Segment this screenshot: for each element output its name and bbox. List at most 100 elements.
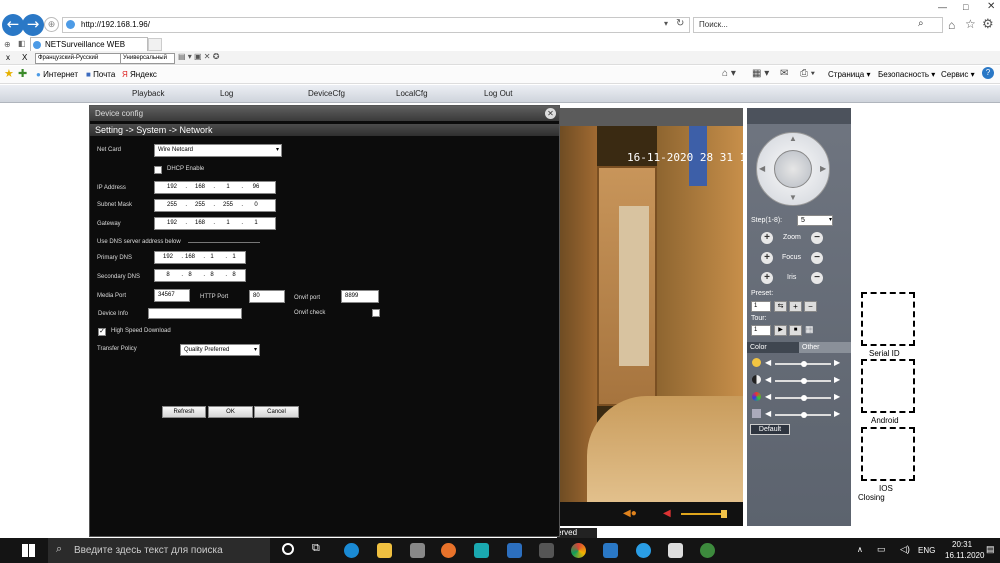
fav-mail[interactable]: ■ Почта bbox=[86, 70, 115, 79]
home-nav-icon[interactable]: ⊕ bbox=[44, 17, 59, 32]
fav-yandex[interactable]: Я Яндекс bbox=[122, 70, 157, 79]
back-icon[interactable]: ← bbox=[2, 14, 24, 36]
forward-icon[interactable]: → bbox=[22, 14, 44, 36]
camera-video[interactable]: 16-11-2020 28 31 13 bbox=[557, 126, 743, 502]
speaker-icon[interactable]: ◁) bbox=[900, 544, 910, 555]
volume-icon[interactable]: ◀ bbox=[663, 508, 671, 519]
app-icon-green[interactable] bbox=[700, 543, 715, 558]
address-bar[interactable]: http://192.168.1.96/ bbox=[62, 17, 690, 33]
contrast-right-icon[interactable]: ▶ bbox=[834, 375, 840, 384]
brightness-left-icon[interactable]: ◀ bbox=[765, 358, 771, 367]
tab-scroll-icon[interactable]: ⊕ bbox=[4, 40, 11, 49]
menu-localcfg[interactable]: LocalCfg bbox=[396, 89, 428, 98]
rss-icon[interactable]: ▦ ▾ bbox=[752, 68, 769, 79]
onvif-check-checkbox[interactable] bbox=[372, 309, 380, 317]
zoom-out-button[interactable]: − bbox=[811, 232, 823, 244]
high-speed-checkbox[interactable]: ✓ bbox=[98, 328, 106, 336]
app-icon-blue[interactable] bbox=[507, 543, 522, 558]
app-icon-teal[interactable] bbox=[474, 543, 489, 558]
home-cmd-icon[interactable]: ⌂ ▾ bbox=[722, 68, 736, 79]
menu-logout[interactable]: Log Out bbox=[484, 89, 512, 98]
ptz-left-icon[interactable]: ◀ bbox=[759, 164, 765, 173]
preset-add-button[interactable]: + bbox=[789, 301, 802, 312]
http-port-field[interactable]: 80 bbox=[249, 290, 285, 303]
tab-close-icon[interactable]: ◧ bbox=[18, 39, 26, 48]
favorites-star-icon[interactable]: ☆ bbox=[965, 17, 976, 31]
toolbar-icons[interactable]: ▤ ▾ ▣ ✕ ✪ bbox=[178, 52, 219, 61]
firefox-icon[interactable] bbox=[441, 543, 456, 558]
edge-icon[interactable] bbox=[344, 543, 359, 558]
cortana-icon[interactable] bbox=[282, 543, 294, 555]
explorer-icon[interactable] bbox=[377, 543, 392, 558]
network-icon[interactable]: ▭ bbox=[877, 544, 886, 555]
hue-left-icon[interactable]: ◀ bbox=[765, 409, 771, 418]
focus-far-button[interactable]: − bbox=[811, 252, 823, 264]
saturation-right-icon[interactable]: ▶ bbox=[834, 392, 840, 401]
cmd-service[interactable]: Сервис ▾ bbox=[941, 70, 975, 79]
ie-taskbar-icon[interactable] bbox=[636, 543, 651, 558]
search-icon[interactable]: ⌕ bbox=[918, 18, 924, 29]
menu-playback[interactable]: Playback bbox=[132, 89, 164, 98]
tour-input[interactable]: 1 bbox=[751, 325, 771, 336]
contrast-slider[interactable] bbox=[775, 378, 831, 384]
tour-grid-icon[interactable]: ▦ bbox=[805, 324, 814, 335]
favorites-icon[interactable]: ★ bbox=[4, 67, 14, 80]
ptz-right-icon[interactable]: ▶ bbox=[820, 164, 826, 173]
mail-app-icon[interactable] bbox=[603, 543, 618, 558]
notifications-icon[interactable]: ▤ bbox=[986, 544, 995, 555]
add-favorite-icon[interactable]: ✚ bbox=[18, 67, 27, 80]
saturation-left-icon[interactable]: ◀ bbox=[765, 392, 771, 401]
default-button[interactable]: Default bbox=[750, 424, 790, 435]
app-icon-panda[interactable] bbox=[668, 543, 683, 558]
mail-cmd-icon[interactable]: ✉ bbox=[780, 68, 788, 79]
cancel-button[interactable]: Cancel bbox=[254, 406, 299, 418]
dropdown-icon[interactable]: ▾ bbox=[664, 19, 668, 28]
contrast-left-icon[interactable]: ◀ bbox=[765, 375, 771, 384]
refresh-button[interactable]: Refresh bbox=[162, 406, 206, 418]
tray-chevron-icon[interactable]: ∧ bbox=[857, 545, 863, 554]
search-input[interactable]: Поиск... bbox=[693, 17, 943, 33]
mode-select[interactable]: Универсальный bbox=[120, 53, 175, 64]
dialog-close-icon[interactable]: ✕ bbox=[545, 108, 556, 119]
clock-date[interactable]: 16.11.2020 bbox=[945, 551, 984, 560]
brightness-slider[interactable] bbox=[775, 361, 831, 367]
window-maximize-button[interactable]: □ bbox=[963, 2, 968, 12]
hue-right-icon[interactable]: ▶ bbox=[834, 409, 840, 418]
fav-internet[interactable]: ● Интернет bbox=[36, 70, 78, 79]
clock-time[interactable]: 20:31 bbox=[952, 540, 972, 549]
window-minimize-button[interactable]: — bbox=[938, 2, 947, 12]
dhcp-checkbox[interactable] bbox=[154, 166, 162, 174]
onvif-port-field[interactable]: 8899 bbox=[341, 290, 379, 303]
preset-goto-button[interactable]: ⇆ bbox=[774, 301, 787, 312]
zoom-in-button[interactable]: + bbox=[761, 232, 773, 244]
toolbar-x-icon[interactable]: X bbox=[22, 53, 27, 62]
volume-knob[interactable] bbox=[721, 510, 727, 518]
saturation-slider[interactable] bbox=[775, 395, 831, 401]
browser-tab[interactable]: NETSurveillance WEB bbox=[30, 37, 148, 52]
tab-other[interactable]: Other bbox=[799, 342, 851, 353]
record-icon[interactable]: ◀● bbox=[623, 508, 637, 519]
help-icon[interactable]: ? bbox=[982, 67, 994, 79]
cmd-page[interactable]: Страница ▾ bbox=[828, 70, 871, 79]
window-close-button[interactable]: ✕ bbox=[987, 1, 995, 12]
print-icon[interactable]: ⎙ ▾ bbox=[800, 68, 815, 79]
chrome-icon[interactable] bbox=[571, 543, 586, 558]
ok-button[interactable]: OK bbox=[208, 406, 253, 418]
step-select[interactable]: 5 ▾ bbox=[797, 215, 833, 226]
media-port-field[interactable]: 34567 bbox=[154, 289, 190, 302]
tour-stop-button[interactable]: ■ bbox=[789, 325, 802, 336]
taskbar-search-input[interactable]: Введите здесь текст для поиска bbox=[48, 538, 270, 563]
device-info-field[interactable] bbox=[148, 308, 242, 319]
ptz-center-button[interactable] bbox=[774, 150, 812, 188]
language-indicator[interactable]: ENG bbox=[918, 546, 935, 555]
windows-start-icon[interactable] bbox=[22, 544, 35, 557]
net-card-select[interactable]: Wire Netcard ▾ bbox=[154, 144, 282, 157]
settings-gear-icon[interactable]: ⚙ bbox=[982, 16, 994, 32]
cmd-security[interactable]: Безопасность ▾ bbox=[878, 70, 935, 79]
store-icon[interactable] bbox=[410, 543, 425, 558]
preset-remove-button[interactable]: − bbox=[804, 301, 817, 312]
app-icon-grey[interactable] bbox=[539, 543, 554, 558]
menu-log[interactable]: Log bbox=[220, 89, 233, 98]
hue-slider[interactable] bbox=[775, 412, 831, 418]
preset-input[interactable]: 1 bbox=[751, 301, 771, 312]
